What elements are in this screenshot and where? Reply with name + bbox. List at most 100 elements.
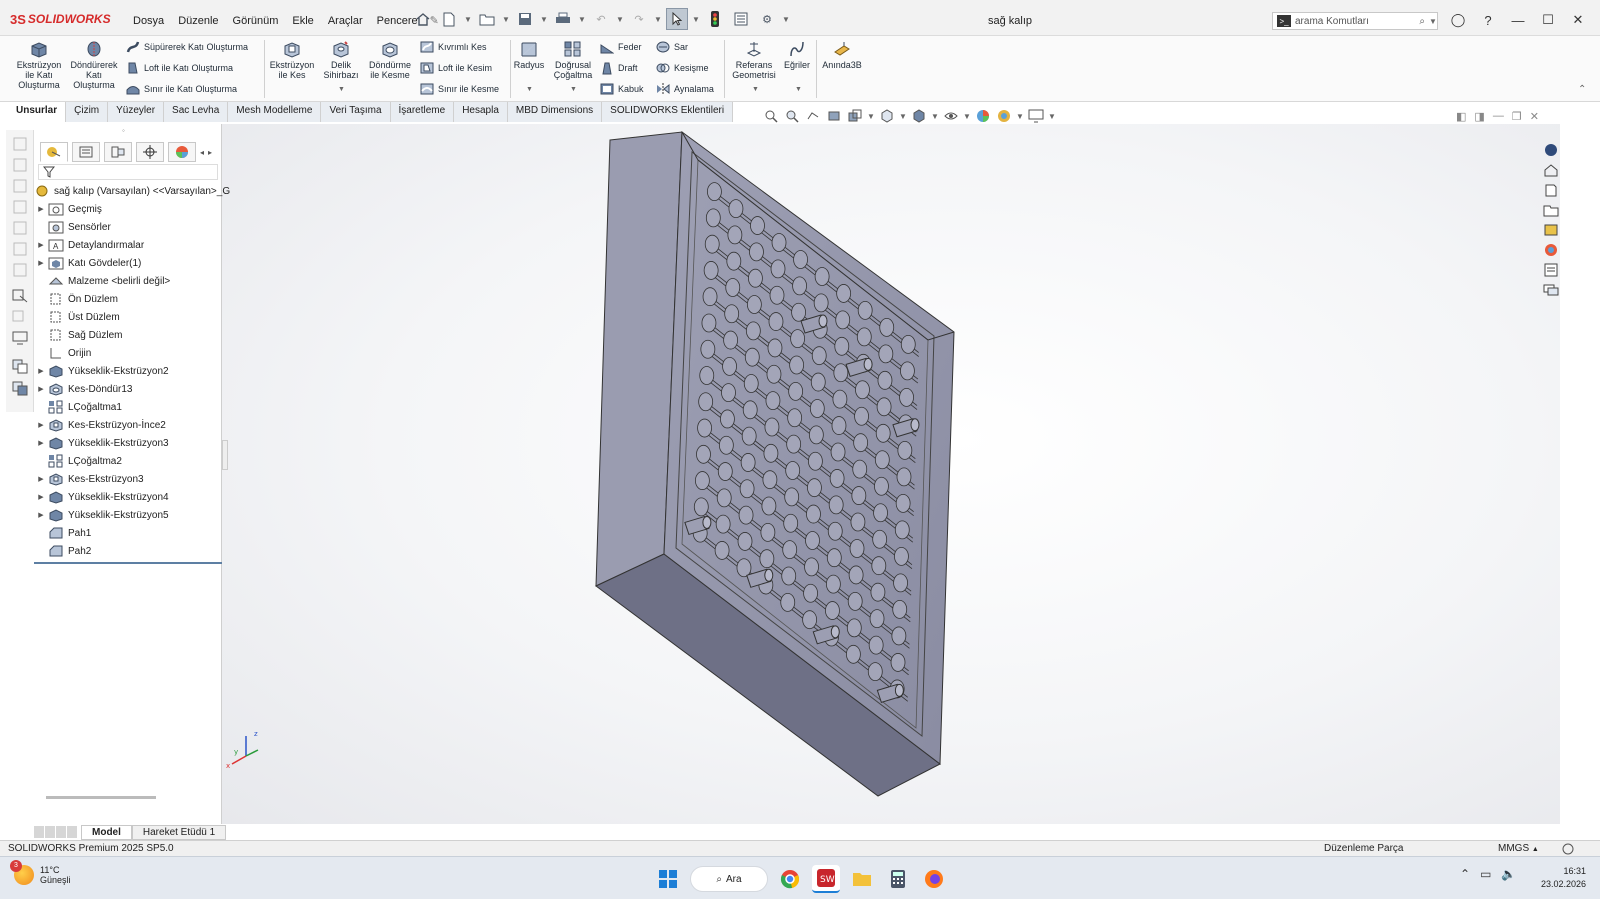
mold-part-model[interactable] [222,124,1560,824]
tab-data-migration[interactable]: Veri Taşıma [321,102,391,122]
tree-item[interactable]: ▶ Geçmiş [34,200,222,218]
pattern-dropdown-icon[interactable]: ▼ [570,86,577,93]
user-account-icon[interactable]: ◯ [1446,10,1470,30]
draft-button[interactable]: Draft [600,61,638,75]
graphics-area[interactable]: ▼ ▼ ▼ ▼ ▼ ▼ ◧ ◨ — ❐ ✕ z y x [222,109,1560,824]
traffic-light-icon[interactable] [704,8,726,30]
intersect-button[interactable]: Kesişme [656,61,709,75]
rebuild-status-icon[interactable] [1560,842,1576,856]
configuration-manager-tab[interactable] [104,142,132,162]
rib-button[interactable]: Feder [600,40,642,54]
tree-item[interactable]: ▶ Kes-Döndür13 [34,380,222,398]
unit-system-selector[interactable]: MMGS ▲ [1498,843,1539,854]
open-folder-icon[interactable] [476,8,498,30]
zoom-to-fit-icon[interactable] [762,108,780,124]
view-dropdown-icon[interactable]: ▼ [867,112,875,121]
expand-arrow-icon[interactable]: ▶ [34,421,48,429]
tab-sketch[interactable]: Çizim [66,102,109,122]
tree-item[interactable]: ▶ Kes-Ekstrüzyon-İnce2 [34,416,222,434]
minimize-button[interactable]: — [1506,10,1530,30]
file-explorer-icon[interactable] [1542,182,1560,198]
strip-tool-4-icon[interactable] [11,199,29,215]
search-icon[interactable]: ⌕ [1419,16,1425,27]
expand-arrow-icon[interactable]: ▶ [34,475,48,483]
expand-arrow-icon[interactable]: ▶ [34,511,48,519]
strip-tool-5-icon[interactable] [11,220,29,236]
mirror-button[interactable]: Aynalama [656,82,714,96]
redo-icon[interactable]: ↷ [628,8,650,30]
tree-item[interactable]: ▶ Yükseklik-Ekstrüzyon4 [34,488,222,506]
tab-features[interactable]: Unsurlar [8,102,67,122]
tab-evaluate[interactable]: Hesapla [454,102,508,122]
collapse-ribbon-icon[interactable]: ⌃ [1578,84,1586,95]
taskbar-search[interactable]: ⌕ Ara [690,866,768,892]
extrude-cut-button[interactable]: Ekstrüzyon ile Kes [268,40,316,80]
strip-tool-1-icon[interactable] [11,136,29,152]
scenes-palette-icon[interactable] [1542,242,1560,258]
tree-item[interactable]: LÇoğaltma1 [34,398,222,416]
viewport-restore-icon[interactable]: ❐ [1512,110,1522,123]
viewport-close-icon[interactable]: ✕ [1530,110,1539,123]
previous-view-icon[interactable] [804,108,822,124]
revolve-cut-button[interactable]: Döndürme ile Kesme [366,40,414,80]
view-palette-icon[interactable] [1542,202,1560,218]
options-gear-icon[interactable]: ⚙ [756,8,778,30]
taskbar-clock[interactable]: 16:31 23.02.2026 [1536,865,1586,891]
tree-horizontal-scrollbar[interactable] [46,796,156,799]
hide-show-dropdown-icon[interactable]: ▼ [963,112,971,121]
expand-arrow-icon[interactable]: ▶ [34,259,48,267]
solidworks-resources-icon[interactable] [1542,142,1560,158]
tree-item[interactable]: ▶ Katı Gövdeler(1) [34,254,222,272]
dimxpert-tab[interactable] [136,142,164,162]
reference-geometry-button[interactable]: Referans Geometrisi [728,40,780,80]
file-explorer-taskbar-icon[interactable] [848,865,876,893]
view-settings-dropdown-icon[interactable]: ▼ [1048,112,1056,121]
tree-item[interactable]: LÇoğaltma2 [34,452,222,470]
tab-surfaces[interactable]: Yüzeyler [108,102,165,122]
viewport-restore-right-icon[interactable]: ◨ [1474,110,1484,123]
select-arrow-icon[interactable] [666,8,688,30]
select-dropdown-icon[interactable]: ▼ [692,15,700,24]
fillet-dropdown-icon[interactable]: ▼ [526,86,533,93]
feature-tree-tab[interactable] [40,142,68,162]
tab-mesh-modeling[interactable]: Mesh Modelleme [228,102,322,122]
redo-dropdown-icon[interactable]: ▼ [654,15,662,24]
menu-insert[interactable]: Ekle [285,11,320,31]
solidworks-logo[interactable]: 3S SOLIDWORKS [10,10,111,28]
menu-edit[interactable]: Düzenle [171,11,225,31]
tab-mbd-dimensions[interactable]: MBD Dimensions [507,102,603,122]
revolve-boss-button[interactable]: Döndürerek Katı Oluşturma [68,40,120,90]
help-icon[interactable]: ? [1476,10,1500,30]
tree-item[interactable]: ▶ Yükseklik-Ekstrüzyon5 [34,506,222,524]
volume-icon[interactable]: 🔈 [1501,867,1516,881]
maximize-button[interactable]: ☐ [1536,10,1560,30]
open-dropdown-icon[interactable]: ▼ [502,15,510,24]
menu-tools[interactable]: Araçlar [321,11,370,31]
curves-button[interactable]: Eğriler [782,40,812,70]
boundary-cut-button[interactable]: Sınır ile Kesme [420,82,499,96]
search-input[interactable]: arama Komutları [1295,16,1415,27]
view-settings-icon[interactable] [1027,108,1045,124]
chrome-icon[interactable] [776,865,804,893]
network-icon[interactable]: ▭ [1480,867,1491,881]
loft-boss-button[interactable]: Loft ile Katı Oluşturma [126,61,233,75]
firefox-icon[interactable] [920,865,948,893]
tree-root-part[interactable]: sağ kalıp (Varsayılan) <<Varsayılan>_G [34,182,230,200]
orientation-dropdown-icon[interactable]: ▼ [899,112,907,121]
tabs-scroll-right-icon[interactable]: ▸ [208,142,212,162]
tree-item[interactable]: Üst Düzlem [34,308,222,326]
dynamic-annotation-icon[interactable] [846,108,864,124]
extrude-boss-button[interactable]: Ekstrüzyon ile Katı Oluşturma [14,40,64,90]
tab-markup[interactable]: İşaretleme [390,102,455,122]
home-icon[interactable] [412,8,434,30]
property-manager-tab[interactable] [72,142,100,162]
tree-item[interactable]: Orijin [34,344,222,362]
tree-item[interactable]: Ön Düzlem [34,290,222,308]
hole-wizard-dropdown-icon[interactable]: ▼ [338,86,345,93]
display-tool-icon[interactable] [11,330,29,346]
strip-tool-2-icon[interactable] [11,157,29,173]
new-document-icon[interactable] [438,8,460,30]
expand-arrow-icon[interactable]: ▶ [34,439,48,447]
design-library-icon[interactable] [1542,162,1560,178]
search-dropdown-icon[interactable]: ▼ [1429,17,1437,26]
